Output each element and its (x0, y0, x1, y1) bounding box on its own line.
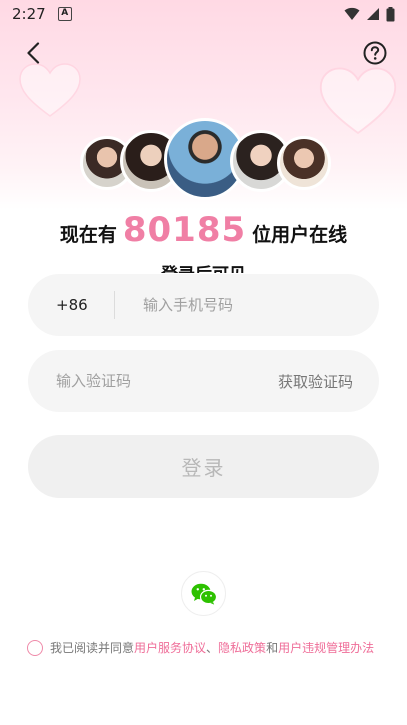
verification-code-input[interactable] (28, 350, 250, 412)
avatar (277, 136, 331, 190)
back-button[interactable] (18, 38, 48, 68)
chevron-left-icon (27, 42, 40, 64)
login-to-view-text: 登录后可见 (0, 260, 407, 273)
help-button[interactable] (360, 38, 390, 68)
status-time: 2:27 (12, 5, 46, 23)
signal-icon (367, 8, 379, 20)
agreement-row: 我已阅读并同意 用户服务协议 、 隐私政策 和 用户违规管理办法 (27, 639, 397, 656)
phone-input[interactable] (115, 274, 379, 336)
agreement-and: 和 (266, 641, 279, 655)
agreement-checkbox[interactable] (27, 639, 43, 656)
online-prefix: 现在有 (59, 224, 117, 246)
get-code-button[interactable]: 获取验证码 (250, 371, 381, 392)
wifi-icon (344, 7, 360, 20)
question-circle-icon (363, 41, 387, 65)
login-button[interactable]: 登录 (28, 435, 379, 498)
wechat-login-button[interactable] (181, 571, 226, 616)
agreement-separator: 、 (206, 641, 219, 655)
online-count-text: 现在有 80185 位用户在线 (0, 210, 407, 250)
notification-icon: A (57, 7, 72, 21)
country-code-selector[interactable]: +86 (28, 296, 114, 314)
battery-icon (386, 6, 395, 21)
status-bar: 2:27 A (0, 0, 407, 28)
privacy-policy-link[interactable]: 隐私政策 (218, 639, 266, 656)
verification-code-field: 获取验证码 (28, 350, 379, 412)
wechat-icon (191, 583, 217, 605)
online-count: 80185 (122, 210, 247, 250)
agreement-text: 我已阅读并同意 (50, 641, 135, 655)
user-service-agreement-link[interactable]: 用户服务协议 (134, 639, 206, 656)
status-icons (344, 6, 395, 22)
online-suffix: 位用户在线 (252, 224, 348, 246)
online-user-avatars (0, 118, 407, 210)
phone-field: +86 (28, 274, 379, 336)
violation-rules-link[interactable]: 用户违规管理办法 (278, 639, 374, 656)
heart-decoration-icon (19, 63, 81, 117)
